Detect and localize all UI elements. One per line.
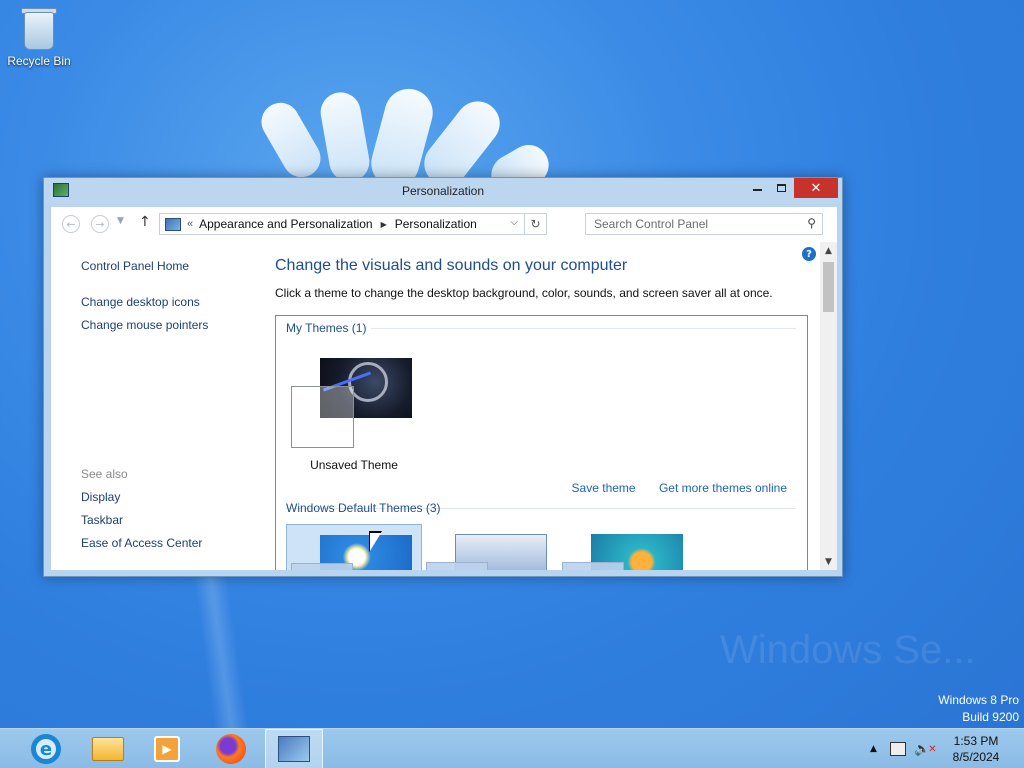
back-button[interactable]: ←: [62, 215, 80, 233]
control-panel-icon: [165, 217, 181, 231]
save-theme-link[interactable]: Save theme: [572, 481, 636, 495]
ease-of-access-center-link[interactable]: Ease of Access Center: [81, 536, 202, 550]
search-box[interactable]: Search Control Panel ⚲: [585, 213, 823, 235]
breadcrumb-separator-icon[interactable]: ▶: [381, 220, 387, 229]
search-input[interactable]: Search Control Panel: [594, 217, 708, 231]
scroll-up-arrow-icon[interactable]: ▲: [820, 242, 837, 259]
theme-flowers[interactable]: [558, 524, 694, 570]
taskbar-control-panel[interactable]: [265, 729, 323, 768]
taskbar-media-center[interactable]: ▶: [138, 729, 196, 768]
desktop-icon-recycle-bin[interactable]: Recycle Bin: [6, 6, 72, 68]
file-explorer-icon: [92, 737, 124, 761]
network-icon: [890, 742, 906, 756]
taskbar-link[interactable]: Taskbar: [81, 513, 123, 527]
display-link[interactable]: Display: [81, 490, 120, 504]
control-panel-icon: [278, 736, 310, 762]
volume-tray-icon[interactable]: 🔈 ✕: [914, 729, 937, 768]
title-bar[interactable]: Personalization ✕: [44, 178, 842, 204]
taskbar-internet-explorer[interactable]: e: [17, 729, 75, 768]
clock-time: 1:53 PM: [953, 734, 999, 748]
up-button[interactable]: ↑: [139, 214, 151, 230]
address-bar[interactable]: « Appearance and Personalization ▶ Perso…: [159, 213, 547, 235]
windows-default-themes-header: Windows Default Themes (3): [286, 501, 441, 515]
up-arrow-icon: ↑: [139, 214, 151, 230]
recycle-bin-icon: [21, 6, 57, 50]
media-center-icon: ▶: [154, 736, 180, 762]
control-panel-home-link[interactable]: Control Panel Home: [81, 259, 189, 273]
vertical-scrollbar[interactable]: ▲ ▼: [820, 242, 837, 570]
breadcrumb-personalization[interactable]: Personalization: [395, 217, 477, 231]
page-description: Click a theme to change the desktop back…: [275, 286, 773, 300]
change-mouse-pointers-link[interactable]: Change mouse pointers: [81, 318, 208, 332]
firefox-icon: [216, 734, 246, 764]
breadcrumb-appearance[interactable]: Appearance and Personalization: [199, 217, 372, 231]
chevron-up-icon: ▲: [870, 744, 877, 754]
edition-line: Windows 8 Pro: [938, 693, 1019, 707]
scroll-down-arrow-icon[interactable]: ▼: [820, 553, 837, 570]
see-also-label: See also: [81, 467, 128, 481]
maximize-button[interactable]: [768, 178, 794, 198]
desktop-icon-label: Recycle Bin: [7, 54, 71, 68]
taskbar-file-explorer[interactable]: [79, 729, 137, 768]
forward-button[interactable]: →: [91, 215, 109, 233]
address-dropdown-icon[interactable]: ⌵: [510, 217, 518, 228]
taskbar-firefox[interactable]: [202, 729, 260, 768]
build-line: Build 9200: [962, 710, 1019, 724]
theme-color-swatch: [562, 562, 624, 570]
close-button[interactable]: ✕: [794, 178, 838, 198]
theme-color-swatch: [291, 563, 353, 570]
internet-explorer-icon: e: [31, 734, 61, 764]
refresh-button[interactable]: ↻: [524, 214, 546, 234]
page-title: Change the visuals and sounds on your co…: [275, 257, 628, 274]
chevron-left-icon[interactable]: «: [187, 218, 193, 230]
mouse-cursor-icon: [370, 533, 381, 551]
change-desktop-icons-link[interactable]: Change desktop icons: [81, 295, 200, 309]
my-themes-header: My Themes (1): [286, 321, 367, 335]
windows-edition-watermark: Windows 8 Pro Build 9200: [938, 692, 1019, 726]
window-content: ← → ▼ ↑ « Appearance and Personalization…: [51, 207, 837, 570]
window-title: Personalization: [401, 184, 485, 198]
navigation-bar: ← → ▼ ↑ « Appearance and Personalization…: [51, 207, 837, 241]
theme-links: Save theme Get more themes online: [552, 481, 787, 495]
get-more-themes-online-link[interactable]: Get more themes online: [659, 481, 787, 495]
default-themes-row: [286, 524, 806, 570]
search-icon[interactable]: ⚲: [807, 216, 816, 230]
minimize-button[interactable]: [744, 178, 770, 198]
personalization-window: Personalization ✕ ← → ▼ ↑ « Appearance a…: [43, 177, 843, 577]
minimize-icon: [752, 189, 762, 191]
show-hidden-icons-button[interactable]: ▲: [870, 729, 877, 768]
themes-list: My Themes (1) Unsaved Theme Save theme G…: [275, 315, 808, 570]
theme-windows[interactable]: [286, 524, 422, 570]
theme-lines-and-colors[interactable]: [422, 524, 558, 570]
network-tray-icon[interactable]: [890, 729, 908, 768]
refresh-icon: ↻: [530, 217, 541, 231]
close-icon: ✕: [810, 180, 822, 196]
clock-date: 8/5/2024: [952, 750, 1000, 764]
theme-color-swatch: [426, 562, 488, 570]
back-arrow-icon: ←: [66, 217, 76, 231]
taskbar-clock[interactable]: 1:53 PM 8/5/2024: [943, 733, 1009, 765]
taskbar: e ▶ ▲ 🔈 ✕ 1:53 PM 8/5/2024: [0, 728, 1024, 768]
recent-locations-icon[interactable]: ▼: [117, 216, 124, 226]
scrollbar-thumb[interactable]: [823, 262, 834, 312]
main-pane: Change the visuals and sounds on your co…: [275, 257, 809, 300]
theme-unsaved[interactable]: [291, 358, 415, 448]
theme-name: Unsaved Theme: [310, 458, 398, 472]
forward-arrow-icon: →: [95, 217, 105, 231]
maximize-icon: [776, 184, 786, 192]
theme-color-swatch: [291, 386, 354, 448]
